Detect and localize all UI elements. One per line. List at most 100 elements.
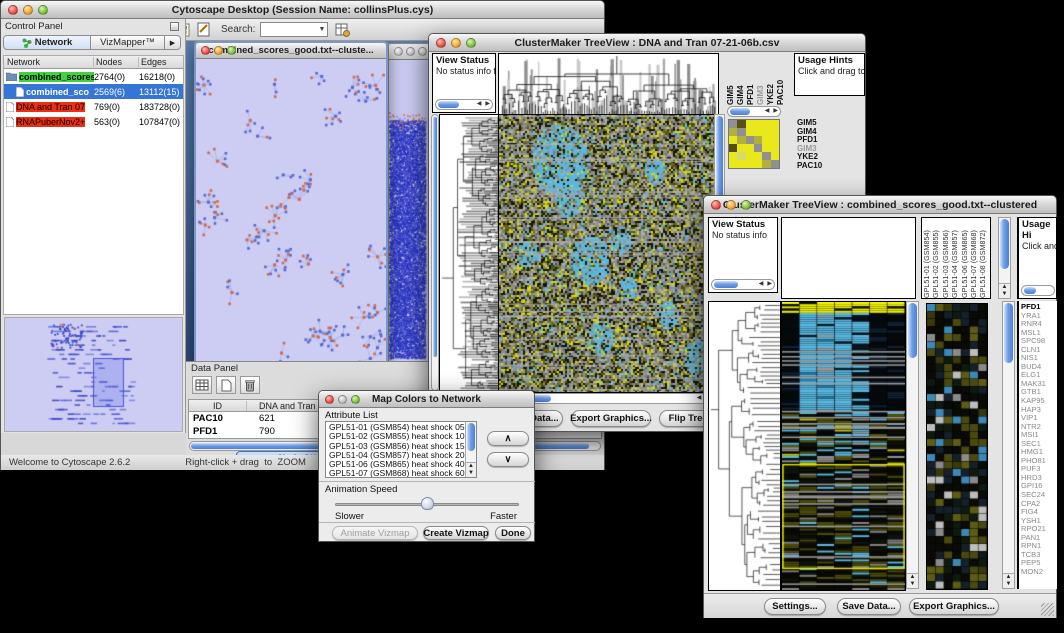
col-edges[interactable]: Edges: [139, 57, 167, 67]
gene-tree-vscrollbar[interactable]: [431, 114, 439, 391]
close-button[interactable]: [8, 5, 18, 15]
col-nodes[interactable]: Nodes: [94, 57, 139, 67]
matrix-cell[interactable]: [771, 152, 779, 160]
attribute-select-icon[interactable]: [192, 376, 212, 394]
labels-vscrollbar[interactable]: ▲▼: [998, 217, 1011, 299]
zoom-button[interactable]: [38, 5, 48, 15]
network-overview[interactable]: [4, 317, 183, 432]
done-button[interactable]: Done: [495, 526, 531, 540]
matrix-cell[interactable]: [771, 128, 779, 136]
heatmap-vscrollbar[interactable]: ▲▼: [906, 301, 919, 589]
network-row[interactable]: DNA and Tran 07 769(0) 183728(0): [4, 99, 183, 114]
column-dendrogram[interactable]: [498, 53, 719, 115]
move-down-button[interactable]: ∨: [487, 452, 529, 467]
matrix-cell[interactable]: [737, 160, 745, 168]
slider-thumb[interactable]: [421, 497, 434, 510]
matrix-cell[interactable]: [754, 152, 762, 160]
matrix-cell[interactable]: [754, 136, 762, 144]
treeview2-titlebar[interactable]: ClusterMaker TreeView : combined_scores_…: [704, 196, 1056, 214]
gene-dendrogram[interactable]: [708, 301, 781, 591]
close-button[interactable]: [711, 200, 721, 210]
matrix-cell[interactable]: [729, 144, 737, 152]
matrix-cell[interactable]: [746, 128, 754, 136]
main-titlebar[interactable]: Cytoscape Desktop (Session Name: collins…: [1, 1, 604, 19]
attribute-item[interactable]: GPL51-07 (GSM868) heat shock 60 min: [326, 469, 476, 478]
matrix-cell[interactable]: [771, 136, 779, 144]
matrix-cell[interactable]: [737, 136, 745, 144]
zoom-vscrollbar[interactable]: ▲▼: [1002, 301, 1015, 589]
matrix-cell[interactable]: [771, 160, 779, 168]
column-label[interactable]: YKE2: [766, 59, 776, 105]
tab-network[interactable]: Network: [3, 35, 91, 50]
col-id[interactable]: ID: [189, 401, 247, 411]
array-label[interactable]: GPL51-08 (GSM872): [978, 220, 987, 298]
view-status-scrollbar[interactable]: ◀▶: [435, 99, 493, 110]
similarity-matrix[interactable]: [728, 119, 780, 169]
array-label[interactable]: GPL51-07 (GSM868): [969, 220, 978, 298]
matrix-cell[interactable]: [762, 120, 770, 128]
matrix-cell[interactable]: [729, 152, 737, 160]
column-label[interactable]: PFD1: [746, 59, 756, 105]
matrix-cell[interactable]: [729, 128, 737, 136]
tab-vizmapper[interactable]: VizMapper™: [91, 35, 165, 50]
tab-overflow-arrow[interactable]: ▶: [165, 35, 181, 50]
create-vizmap-button[interactable]: Create Vizmap: [423, 526, 489, 540]
scroll-arrows[interactable]: ▲▼: [466, 462, 476, 477]
array-label[interactable]: GPL51-06 (GSM865): [960, 220, 969, 298]
network1-titlebar[interactable]: combined_scores_good.txt--cluste...: [196, 43, 386, 59]
export-graphics-button[interactable]: Export Graphics...: [909, 598, 999, 615]
matrix-cell[interactable]: [754, 120, 762, 128]
network-row[interactable]: combined_scores 2764(0) 16218(0): [4, 69, 183, 84]
export-graphics-button[interactable]: Export Graphics...: [571, 410, 651, 427]
matrix-cell[interactable]: [754, 144, 762, 152]
column-dendrogram-area[interactable]: [781, 217, 916, 299]
scroll-arrows[interactable]: ▲▼: [1003, 573, 1014, 588]
column-label[interactable]: GIM4: [736, 59, 746, 105]
matrix-cell[interactable]: [737, 144, 745, 152]
matrix-cell[interactable]: [762, 128, 770, 136]
column-label[interactable]: GIM5: [726, 59, 736, 105]
new-attribute-icon[interactable]: [216, 376, 236, 394]
search-input[interactable]: ▼: [260, 22, 328, 37]
usage-hints-scrollbar[interactable]: [1021, 285, 1055, 296]
treeview1-titlebar[interactable]: ClusterMaker TreeView : DNA and Tran 07-…: [429, 34, 865, 52]
array-label[interactable]: GPL51-04 (GSM857): [950, 220, 959, 298]
matrix-cell[interactable]: [762, 152, 770, 160]
column-label[interactable]: GIM3: [756, 59, 766, 105]
matrix-cell[interactable]: [729, 120, 737, 128]
window-controls[interactable]: [8, 5, 48, 15]
animation-speed-slider[interactable]: [335, 497, 519, 511]
zoom-button[interactable]: [227, 46, 236, 55]
minimize-button[interactable]: [214, 46, 223, 55]
close-button[interactable]: [436, 38, 446, 48]
matrix-cell[interactable]: [754, 160, 762, 168]
heatmap-canvas[interactable]: [498, 114, 715, 393]
matrix-cell[interactable]: [746, 160, 754, 168]
zoom-button[interactable]: [418, 47, 427, 56]
matrix-cell[interactable]: [762, 136, 770, 144]
scroll-arrows[interactable]: ▲▼: [907, 573, 918, 588]
gene-dendrogram[interactable]: [439, 114, 499, 393]
zoom-heatmap-canvas[interactable]: [926, 303, 988, 590]
save-data-button[interactable]: Save Data...: [837, 598, 901, 615]
matrix-cell[interactable]: [737, 128, 745, 136]
minimize-button[interactable]: [406, 47, 415, 56]
matrix-cell[interactable]: [746, 136, 754, 144]
matrix-cell[interactable]: [754, 128, 762, 136]
animate-vizmap-button[interactable]: Animate Vizmap: [332, 526, 418, 540]
settings-button[interactable]: Settings...: [764, 598, 826, 615]
close-button[interactable]: [201, 46, 210, 55]
zoom-button[interactable]: [741, 200, 751, 210]
matrix-cell[interactable]: [762, 144, 770, 152]
matrix-hscrollbar[interactable]: ◀▶: [727, 106, 781, 117]
array-label[interactable]: GPL51-02 (GSM855): [931, 220, 940, 298]
column-label[interactable]: PAC10: [776, 59, 786, 105]
matrix-cell[interactable]: [737, 152, 745, 160]
matrix-cell[interactable]: [746, 144, 754, 152]
zoom-button[interactable]: [351, 395, 360, 404]
gene-label[interactable]: PAC10: [795, 162, 863, 171]
minimize-button[interactable]: [338, 395, 347, 404]
matrix-cell[interactable]: [737, 120, 745, 128]
network-row-selected[interactable]: combined_sco 2569(6) 13112(15): [4, 84, 183, 99]
matrix-cell[interactable]: [746, 152, 754, 160]
